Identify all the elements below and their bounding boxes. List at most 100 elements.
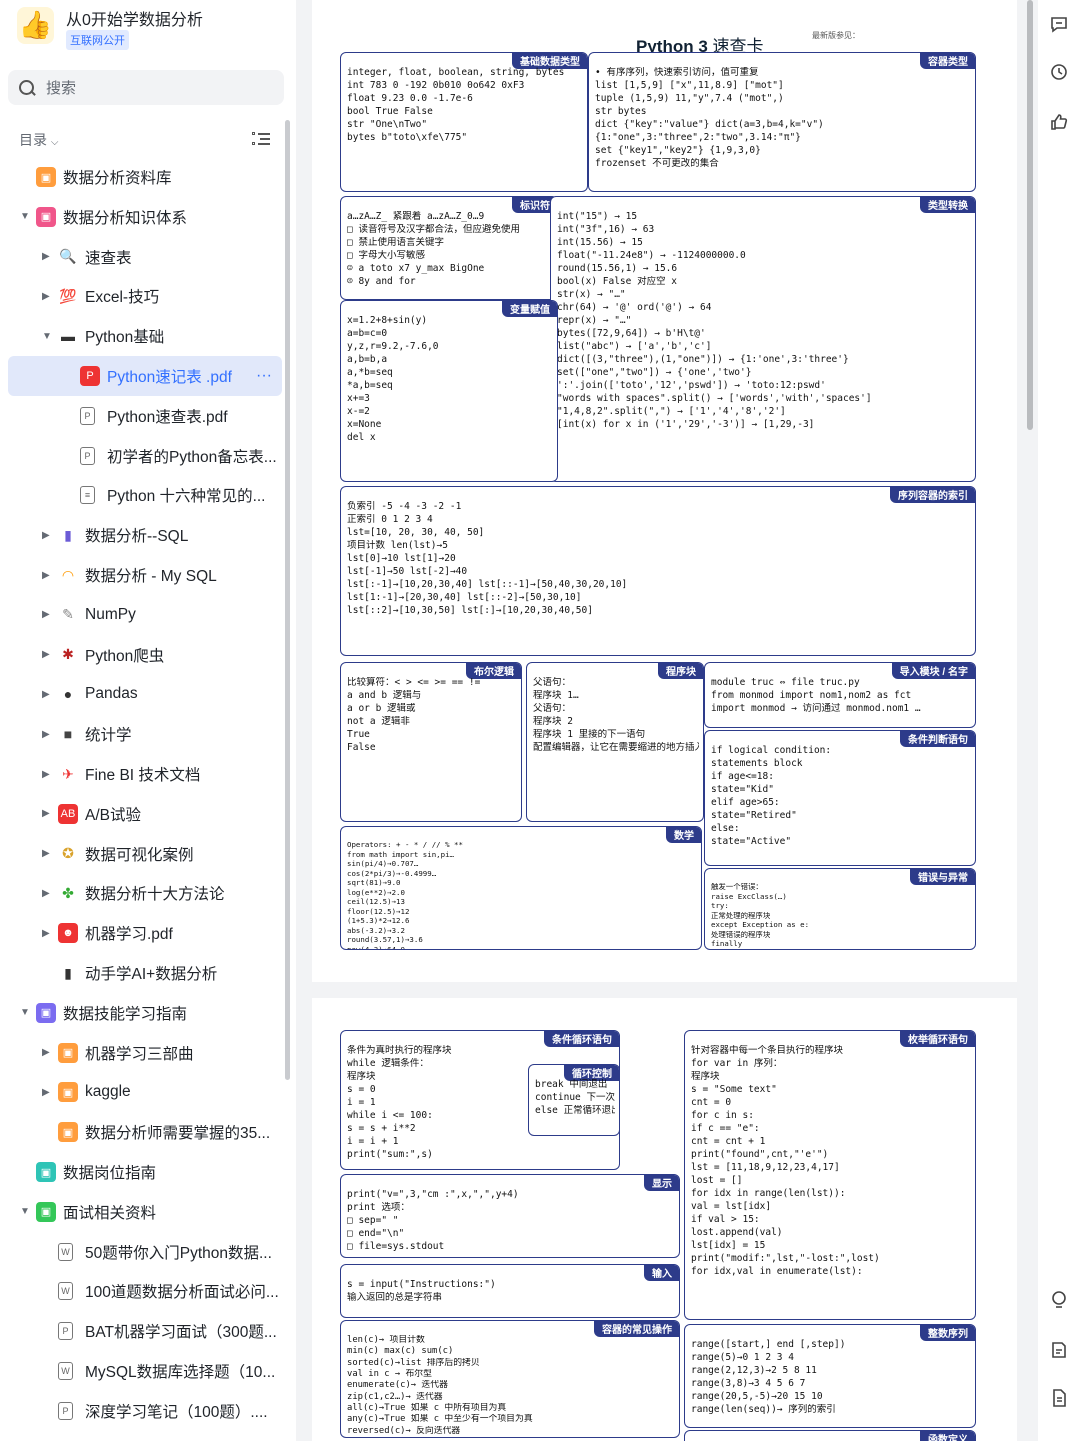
panel-line: chr(64) → '@' ord('@') → 64	[557, 302, 712, 313]
panel-line: bool(x) False 对应空 x	[557, 276, 678, 287]
expand-arrow-icon[interactable]: ▶	[42, 649, 50, 660]
tree-item[interactable]: ≡ Python 十六种常见的...	[0, 475, 288, 515]
tree-item-label: 机器学习.pdf	[85, 926, 173, 944]
like-icon[interactable]	[1049, 112, 1069, 132]
expand-arrow-icon[interactable]: ▶	[42, 928, 50, 939]
tree-item[interactable]: W MySQL数据库选择题（10...	[0, 1351, 288, 1391]
expand-arrow-icon[interactable]: ▶	[42, 848, 50, 859]
tree-item[interactable]: ▼ ▣ 数据分析知识体系	[0, 197, 288, 237]
toc-toggle[interactable]: 目录 ⌵	[19, 130, 58, 150]
document-icon[interactable]	[1049, 1388, 1069, 1408]
tree-item[interactable]: ▶ ▣ kaggle	[0, 1072, 288, 1112]
comment-icon[interactable]	[1049, 15, 1069, 35]
tree-item[interactable]: W 50题带你入门Python数据...	[0, 1232, 288, 1272]
tree-item[interactable]: ▼ ▣ 面试相关资料	[0, 1192, 288, 1232]
tree-item[interactable]: W 100道题数据分析面试必问...	[0, 1271, 288, 1311]
tree-item[interactable]: ▶ AB A/B试验	[0, 794, 288, 834]
panel-line: x-=2	[347, 406, 370, 417]
tree-item-label: 面试相关资料	[63, 1204, 157, 1222]
expand-arrow-icon[interactable]: ▶	[42, 1047, 50, 1058]
pdf-page-1: Python 3 速查卡 最新版参见： 基础数据类型 integer, float…	[312, 0, 1017, 982]
pdf-outline-icon: P	[80, 406, 95, 425]
panel-line: continue 下一次迭代	[535, 1092, 615, 1103]
tree-item[interactable]: ▶ ✪ 数据可视化案例	[0, 834, 288, 874]
panel-line: Operators: + - * / // % **	[347, 841, 463, 849]
expand-arrow-icon[interactable]: ▶	[42, 291, 50, 302]
help-icon[interactable]	[1049, 1290, 1069, 1310]
panel-line: pow(4,3)→64.0	[347, 945, 405, 950]
tree-item[interactable]: P Python速记表 .pdf ···	[8, 356, 282, 396]
tree-item[interactable]: P BAT机器学习面试（300题...	[0, 1311, 288, 1351]
tree-item[interactable]: ▶ ● Pandas	[0, 674, 288, 714]
panel-line: dict {"key":"value"} dict(a=3,b=4,k="v")	[595, 119, 824, 130]
tree-item[interactable]: ▶ 🔍 速查表	[0, 237, 288, 277]
expand-arrow-icon[interactable]: ▶	[42, 530, 50, 541]
expand-arrow-icon[interactable]: ▶	[42, 570, 50, 581]
panel-line: sqrt(81)→9.0	[347, 879, 401, 887]
tree-item[interactable]: ▣ 数据分析师需要掌握的35...	[0, 1112, 288, 1152]
teal-folder-icon: ▣	[36, 1162, 56, 1182]
knowledge-base-header: 👍 从0开始学数据分析 互联网公开	[0, 0, 296, 60]
panel-line: print("v=",3,"cm :",x,",",y+4)	[347, 1189, 519, 1200]
more-options-icon[interactable]: ···	[256, 367, 272, 385]
panel-line: not a 逻辑非	[347, 716, 410, 727]
expand-arrow-icon[interactable]: ▶	[42, 769, 50, 780]
tree-item-label: Fine BI 技术文档	[85, 767, 201, 784]
cheatsheet-panel: 数学 Operators: + - * / // % ** from math im…	[340, 826, 702, 950]
tree-item[interactable]: ▶ ◠ 数据分析 - My SQL	[0, 555, 288, 595]
expand-arrow-icon[interactable]: ▶	[42, 1087, 50, 1098]
cheatsheet-panel: 整数序列 range([start,] end [,step]) range(5)→…	[684, 1324, 976, 1428]
panel-line: from monmod import nom1,nom2 as fct	[711, 690, 912, 701]
search-icon	[18, 79, 36, 97]
tree-item[interactable]: ▶ ✤ 数据分析十大方法论	[0, 873, 288, 913]
panel-line: if c == "e":	[691, 1123, 760, 1134]
expand-arrow-icon[interactable]: ▶	[42, 609, 50, 620]
tree-item[interactable]: P Python速查表.pdf	[0, 396, 288, 436]
expand-arrow-icon[interactable]: ▶	[42, 808, 50, 819]
tree-item-label: 数据技能学习指南	[63, 1005, 188, 1023]
tree-item[interactable]: P 深度学习笔记（100题）....	[0, 1391, 288, 1431]
edit-note-icon[interactable]	[1049, 1340, 1069, 1360]
panda-icon: ●	[63, 686, 73, 703]
tree-item[interactable]: ▶ ✱ Python爬虫	[0, 635, 288, 675]
tree-item[interactable]: P 初学者的Python备忘表...	[0, 436, 288, 476]
tree-item[interactable]: ▣ 数据分析资料库	[0, 157, 288, 197]
panel-line: a…zA…Z_ 紧跟着 a…zA…Z_0…9	[347, 211, 485, 222]
expand-arrow-icon[interactable]: ▶	[42, 888, 50, 899]
viewer-scrollbar[interactable]	[1027, 0, 1033, 430]
tree-item[interactable]: ▶ ■ 统计学	[0, 714, 288, 754]
expand-arrow-icon[interactable]: ▶	[42, 729, 50, 740]
tree-item[interactable]: ▣ 数据岗位指南	[0, 1152, 288, 1192]
tree-item-label: 统计学	[85, 727, 132, 745]
tree-item[interactable]: ▶ ☻ 机器学习.pdf	[0, 913, 288, 953]
panel-line: print("modif:",lst,"-lost:",lost)	[691, 1253, 880, 1264]
search-box[interactable]: 搜索	[8, 70, 284, 105]
cheatsheet-panel: 容器类型 • 有序序列，快速索引访问，值可重复 list [1,5,9] ["x",…	[588, 52, 976, 192]
tree-item-label: 数据分析知识体系	[63, 209, 188, 227]
outline-list-icon[interactable]	[252, 130, 272, 148]
panel-line: if val > 15:	[691, 1214, 760, 1225]
collapse-arrow-icon[interactable]: ▼	[20, 1007, 30, 1018]
collapse-arrow-icon[interactable]: ▼	[42, 331, 52, 342]
collapse-arrow-icon[interactable]: ▼	[20, 1206, 30, 1217]
tree-item[interactable]: ▶ 💯 Excel-技巧	[0, 276, 288, 316]
collapse-arrow-icon[interactable]: ▼	[20, 211, 30, 222]
tree-item-label: 初学者的Python备忘表...	[107, 448, 277, 466]
panel-line: except Exception as e:	[711, 921, 810, 929]
tree-item[interactable]: ▶ ✎ NumPy	[0, 595, 288, 635]
tree-item[interactable]: ▼ ▣ 数据技能学习指南	[0, 993, 288, 1033]
panel-line: range([start,] end [,step])	[691, 1339, 846, 1350]
history-icon[interactable]	[1049, 62, 1069, 82]
tree-item[interactable]: ▶ ✈ Fine BI 技术文档	[0, 754, 288, 794]
tree-item[interactable]: ▮ 动手学AI+数据分析	[0, 953, 288, 993]
expand-arrow-icon[interactable]: ▶	[42, 251, 50, 262]
expand-arrow-icon[interactable]: ▶	[42, 689, 50, 700]
tree-item[interactable]: ▼ ▬ Python基础	[0, 316, 288, 356]
tree-item[interactable]: ▶ ▮ 数据分析--SQL	[0, 515, 288, 555]
sidebar-scrollbar[interactable]	[285, 120, 290, 1080]
tree-item[interactable]: ▶ ▣ 机器学习三部曲	[0, 1033, 288, 1073]
panel-line: 处理错误的程序块	[711, 930, 771, 939]
panel-tag: 函数定义	[920, 1431, 975, 1441]
tree-item-label: kaggle	[85, 1083, 131, 1101]
laptop-icon: ▬	[61, 328, 75, 345]
